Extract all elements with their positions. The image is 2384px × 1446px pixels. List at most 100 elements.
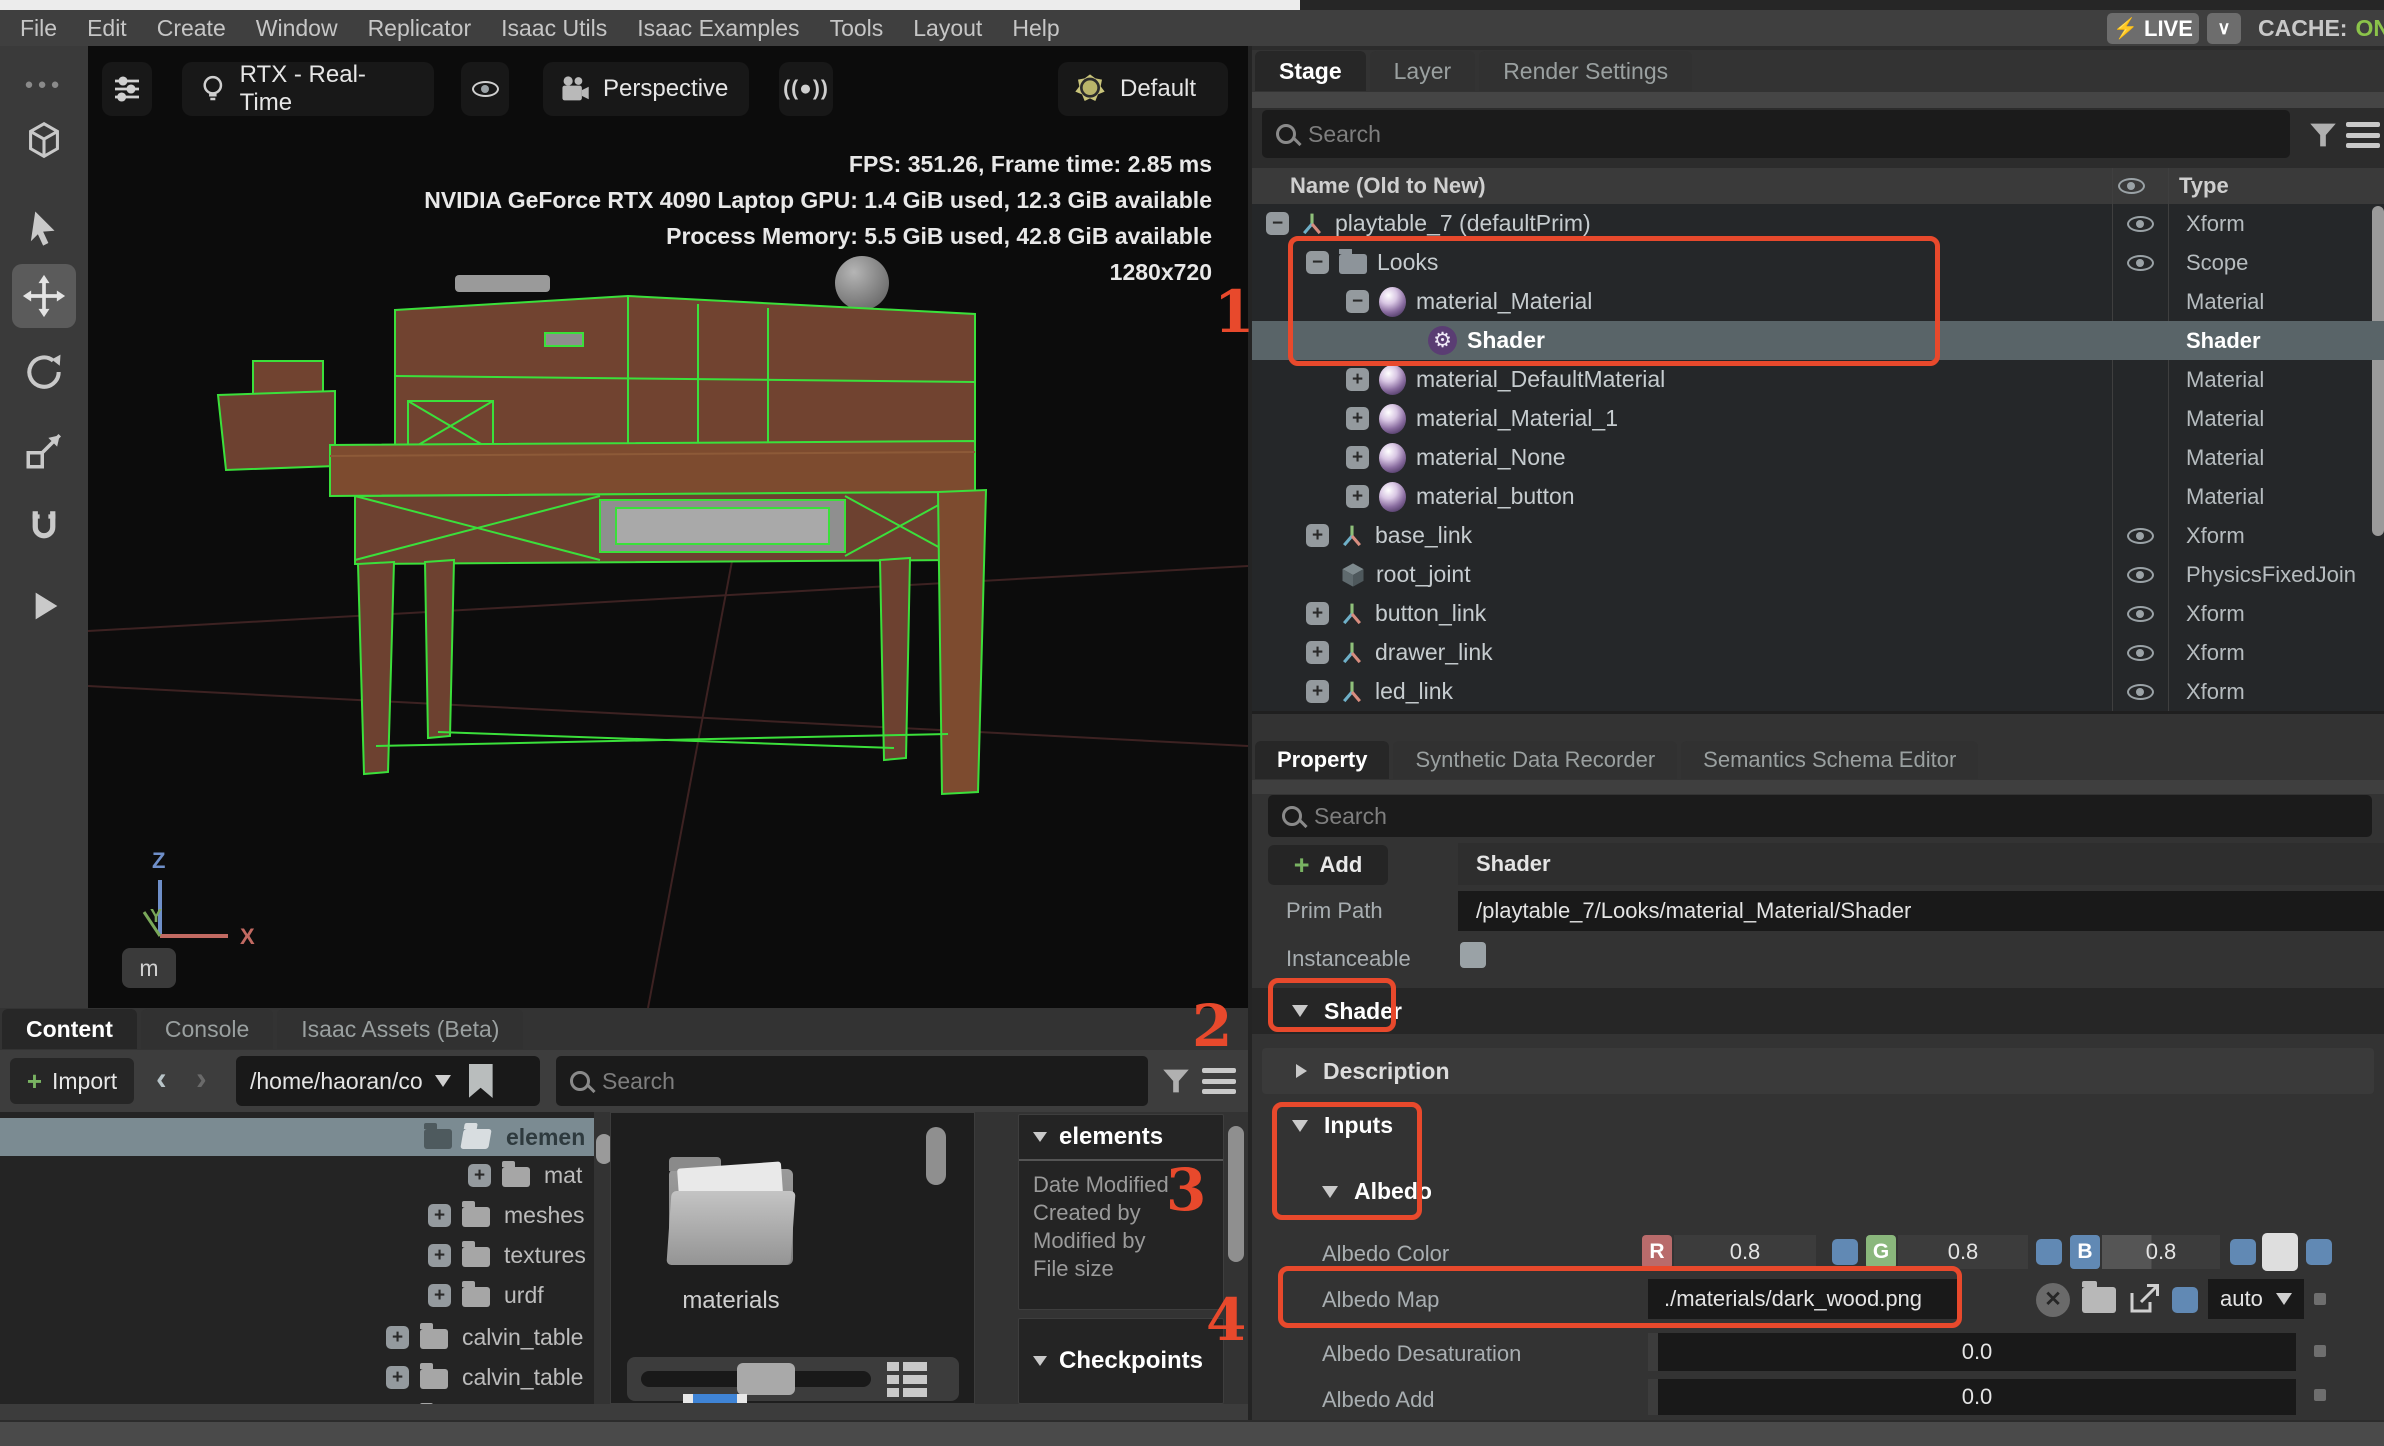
add-default-indicator[interactable] (2314, 1389, 2326, 1401)
property-search-input[interactable] (1314, 803, 2358, 830)
expand-icon[interactable]: + (428, 1284, 451, 1307)
move-tool-button-active[interactable] (12, 264, 76, 328)
details-scrollbar[interactable] (1228, 1126, 1244, 1262)
content-tree-row-selected[interactable]: elemen (0, 1118, 594, 1156)
colorspace-dropdown[interactable]: auto (2208, 1279, 2304, 1319)
grid-item-materials[interactable]: materials (669, 1169, 793, 1315)
prim-name-field[interactable]: Shader (1458, 843, 2384, 885)
grid-view-toggle-icon[interactable] (887, 1362, 927, 1397)
column-type-label[interactable]: Type (2145, 173, 2229, 199)
expand-icon[interactable]: + (1346, 368, 1369, 391)
expand-icon[interactable]: + (428, 1244, 451, 1267)
property-search[interactable] (1268, 795, 2372, 837)
stage-row[interactable]: + base_link Xform (1252, 516, 2384, 555)
menu-isaac-utils[interactable]: Isaac Utils (501, 15, 607, 42)
content-tree-row[interactable]: + calvin_table (0, 1358, 594, 1396)
g-link-toggle[interactable] (2036, 1239, 2062, 1265)
stage-row[interactable]: + button_link Xform (1252, 594, 2384, 633)
expand-icon[interactable]: + (1306, 680, 1329, 703)
thumbnail-size-slider[interactable] (641, 1371, 871, 1387)
tab-console[interactable]: Console (141, 1009, 273, 1049)
tab-stage[interactable]: Stage (1255, 51, 1366, 91)
live-button[interactable]: ⚡ LIVE (2107, 13, 2199, 44)
expand-icon[interactable]: + (468, 1164, 491, 1187)
grid-scrollbar[interactable] (926, 1127, 946, 1185)
map-default-indicator[interactable] (2314, 1293, 2326, 1305)
b-link-toggle[interactable] (2230, 1239, 2256, 1265)
stage-row[interactable]: + drawer_link Xform (1252, 633, 2384, 672)
stage-options-icon[interactable] (2346, 122, 2380, 148)
content-search[interactable] (556, 1056, 1148, 1106)
menu-layout[interactable]: Layout (913, 15, 982, 42)
b-value-field[interactable]: 0.8 (2102, 1235, 2220, 1269)
select-tool-icon[interactable] (0, 208, 88, 250)
slider-thumb[interactable] (737, 1363, 795, 1395)
rotate-tool-icon[interactable] (0, 350, 88, 394)
stage-row-selected[interactable]: ⚙ Shader Shader (1252, 321, 2384, 360)
expand-icon[interactable]: + (1346, 407, 1369, 430)
expand-icon[interactable]: + (386, 1366, 409, 1389)
color-swatch[interactable] (2262, 1233, 2298, 1271)
content-search-input[interactable] (602, 1068, 1134, 1095)
expand-icon[interactable]: + (386, 1326, 409, 1349)
checkpoints-pane[interactable]: Checkpoints (1018, 1318, 1224, 1404)
visibility-eye-icon[interactable] (2127, 216, 2154, 232)
visibility-eye-icon[interactable] (2127, 528, 2154, 544)
scene-lighting-button[interactable]: Default (1058, 62, 1228, 116)
menu-isaac-examples[interactable]: Isaac Examples (637, 15, 799, 42)
expand-icon[interactable]: + (1306, 641, 1329, 664)
details-header[interactable]: elements (1019, 1115, 1223, 1161)
collapse-icon[interactable]: − (1306, 251, 1329, 274)
camera-button[interactable]: Perspective (543, 62, 749, 116)
instanceable-checkbox[interactable] (1460, 942, 1486, 968)
menu-edit[interactable]: Edit (87, 15, 127, 42)
column-visibility-icon[interactable] (2118, 178, 2145, 194)
stage-row[interactable]: + material_DefaultMaterial Material (1252, 360, 2384, 399)
menu-help[interactable]: Help (1012, 15, 1059, 42)
r-value-field[interactable]: 0.8 (1674, 1235, 1816, 1269)
content-tree-row[interactable]: + meshes (0, 1196, 594, 1234)
tab-layer[interactable]: Layer (1370, 51, 1476, 91)
browse-folder-icon[interactable] (2082, 1287, 2116, 1313)
toolbar-grip-icon[interactable]: ●●● (0, 76, 88, 93)
stage-search[interactable] (1262, 110, 2290, 158)
albedo-section-header[interactable]: Albedo (1322, 1178, 1432, 1205)
column-name-label[interactable]: Name (Old to New) (1252, 173, 2112, 199)
viewport-settings-button[interactable] (102, 62, 152, 116)
scale-tool-icon[interactable] (0, 430, 88, 472)
stage-row[interactable]: − playtable_7 (defaultPrim) Xform (1252, 204, 2384, 243)
prim-path-field[interactable]: /playtable_7/Looks/material_Material/Sha… (1458, 891, 2384, 931)
albedo-add-field[interactable]: 0.0 (1648, 1379, 2296, 1415)
content-grid-pane[interactable]: materials (610, 1112, 975, 1404)
stage-row[interactable]: − Looks Scope (1252, 243, 2384, 282)
content-tree-row[interactable]: + textures (0, 1236, 594, 1274)
stage-filter-icon[interactable] (2305, 118, 2341, 152)
tab-content[interactable]: Content (2, 1009, 137, 1049)
expand-icon[interactable]: + (1306, 602, 1329, 625)
tab-property[interactable]: Property (1255, 741, 1389, 779)
tab-synthetic-data-recorder[interactable]: Synthetic Data Recorder (1393, 741, 1677, 779)
expand-icon[interactable]: + (1346, 446, 1369, 469)
visibility-eye-icon[interactable] (2127, 567, 2154, 583)
tab-semantics-schema-editor[interactable]: Semantics Schema Editor (1681, 741, 1978, 779)
content-filter-icon[interactable] (1158, 1064, 1194, 1098)
desaturation-default-indicator[interactable] (2314, 1345, 2326, 1357)
expand-icon[interactable]: + (1346, 485, 1369, 508)
stage-search-input[interactable] (1308, 121, 2276, 148)
path-breadcrumb[interactable]: /home/haoran/co (236, 1056, 540, 1106)
stage-row[interactable]: + material_Material_1 Material (1252, 399, 2384, 438)
map-link-toggle[interactable] (2172, 1287, 2198, 1313)
stage-row[interactable]: + material_button Material (1252, 477, 2384, 516)
render-mode-button[interactable]: RTX - Real-Time (182, 62, 434, 116)
stage-row[interactable]: − material_Material Material (1252, 282, 2384, 321)
content-tree-pane[interactable]: elemen + mat + meshes + textures + urdf (0, 1112, 594, 1404)
description-section-header[interactable]: Description (1262, 1048, 2374, 1094)
audio-button[interactable]: ((●)) (779, 62, 833, 116)
visibility-eye-icon[interactable] (2127, 684, 2154, 700)
back-icon[interactable]: ‹ (156, 1060, 167, 1097)
content-tree-row[interactable]: + calvin_table (0, 1318, 594, 1356)
content-options-icon[interactable] (1202, 1068, 1236, 1094)
shader-section-header[interactable]: Shader (1252, 988, 2384, 1034)
viewport[interactable]: RTX - Real-Time Perspective ((●)) Defaul… (88, 46, 1248, 1008)
visibility-button[interactable] (461, 62, 509, 116)
